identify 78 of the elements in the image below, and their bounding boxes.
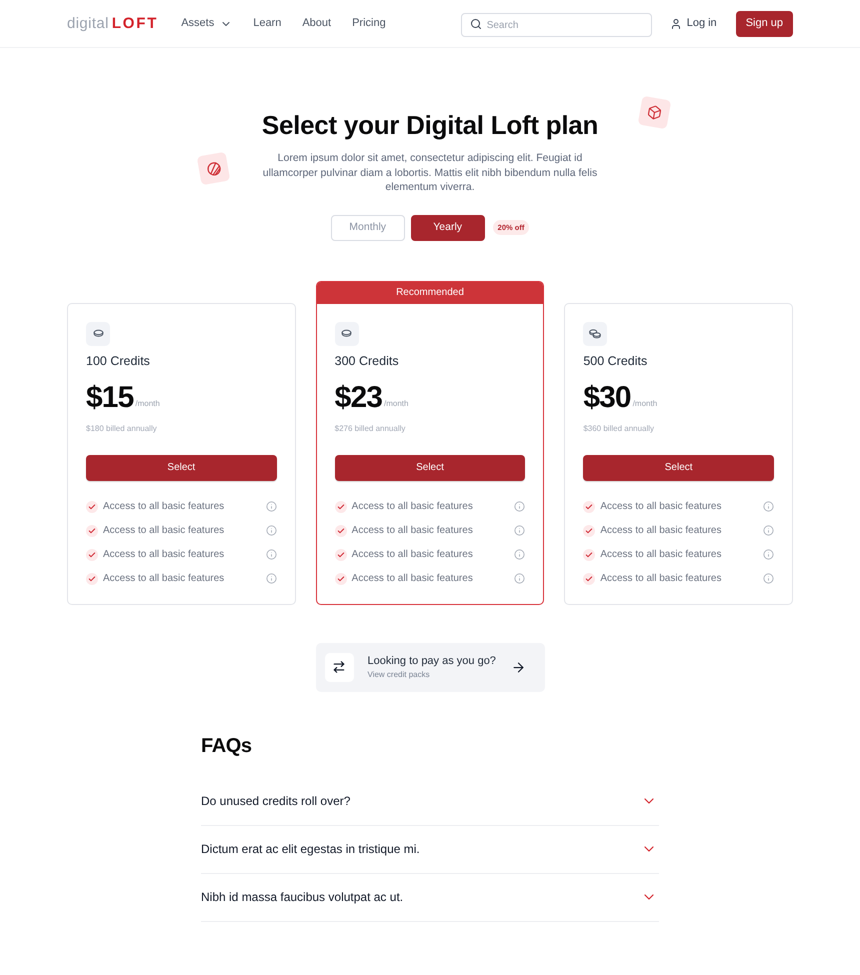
price-period: /month [384,398,408,410]
nav-link[interactable]: Pricing [352,15,386,32]
faq-question[interactable]: Dictum erat ac elit egestas in tristique mi. [201,840,420,858]
info-icon[interactable] [266,573,277,584]
info-icon[interactable] [514,501,526,512]
price-period: /month [632,398,658,410]
pay-title: Looking to pay as you go? [368,654,496,668]
info-icon[interactable] [514,525,526,536]
feature-text: Access to all basic features [103,548,224,562]
info-icon[interactable] [266,525,277,536]
info-icon[interactable] [266,501,277,512]
check-icon [86,548,98,560]
check-icon [583,524,596,536]
signup-button[interactable]: Sign up [736,10,793,36]
plan-price: $23 [334,382,382,412]
coin-icon [334,322,359,346]
select-button[interactable]: Select [334,454,526,480]
feature-text: Access to all basic features [352,500,473,514]
info-icon[interactable] [763,573,774,584]
feature-text: Access to all basic features [600,572,722,586]
search-icon [470,18,482,30]
feature-text: Access to all basic features [352,524,473,538]
billing-note: $276 billed annually [334,422,406,434]
page-description: Lorem ipsum dolor sit amet, consectetur adipiscing elit. Feugiat id ullamcorper pulvinar diam a lobortis. Mattis elit nibh bibendum nulla felis elementum viverra. [262,151,598,194]
plan-name: 500 Credits [583,352,648,368]
info-icon[interactable] [763,525,774,536]
coin-icon [86,322,110,346]
feature-text: Access to all basic features [352,572,473,586]
plan-name: 100 Credits [86,352,151,368]
recommended-banner: Recommended [316,282,544,304]
plan-price: $15 [86,382,134,412]
info-icon[interactable] [514,573,526,584]
check-icon [334,548,347,560]
info-icon[interactable] [514,549,526,560]
check-icon [583,500,596,512]
pay-as-you-go-card[interactable]: Looking to pay as you go? View credit packs [316,642,544,692]
feature-text: Access to all basic features [103,500,224,514]
info-icon[interactable] [763,501,774,512]
check-icon [86,572,98,584]
check-icon [334,572,347,584]
feature-text: Access to all basic features [352,548,473,562]
check-icon [334,500,347,512]
info-icon[interactable] [266,549,277,560]
nav-link[interactable]: Assets [181,15,214,32]
feature-text: Access to all basic features [103,524,224,538]
logo[interactable]: digital LOFT [67,16,158,31]
cube-icon [638,96,672,130]
page-title: Select your Digital Loft plan [262,109,598,141]
billing-note: $180 billed annually [86,422,158,434]
check-icon [583,572,596,584]
search-field[interactable]: Search [460,13,652,37]
pay-subtitle: View credit packs [368,669,431,680]
feature-text: Access to all basic features [103,572,224,586]
faq-question[interactable]: Do unused credits roll over? [201,792,350,810]
arrow-right-icon [510,660,526,674]
faq-question[interactable]: Nibh id massa faucibus volutpat ac ut. [201,888,404,906]
plan-name: 300 Credits [334,352,400,368]
nav-link[interactable]: Learn [253,15,282,32]
coins-icon [583,322,608,346]
faq-title: FAQs [201,734,253,758]
check-icon [86,524,98,536]
feature-text: Access to all basic features [600,500,722,514]
check-icon [583,548,596,560]
plan-price: $30 [583,382,631,412]
login-link[interactable]: Log in [686,15,717,32]
billing-tab[interactable]: Yearly [410,214,485,240]
feature-text: Access to all basic features [600,548,722,562]
price-period: /month [135,398,160,410]
select-button[interactable]: Select [583,454,774,480]
check-icon [334,524,347,536]
user-icon[interactable] [670,18,682,30]
swap-arrows-icon [324,652,354,682]
check-icon [86,500,98,512]
billing-note: $360 billed annually [583,422,656,434]
info-icon[interactable] [763,549,774,560]
feature-text: Access to all basic features [600,524,722,538]
select-button[interactable]: Select [86,454,277,480]
nav-link[interactable]: About [302,15,332,32]
